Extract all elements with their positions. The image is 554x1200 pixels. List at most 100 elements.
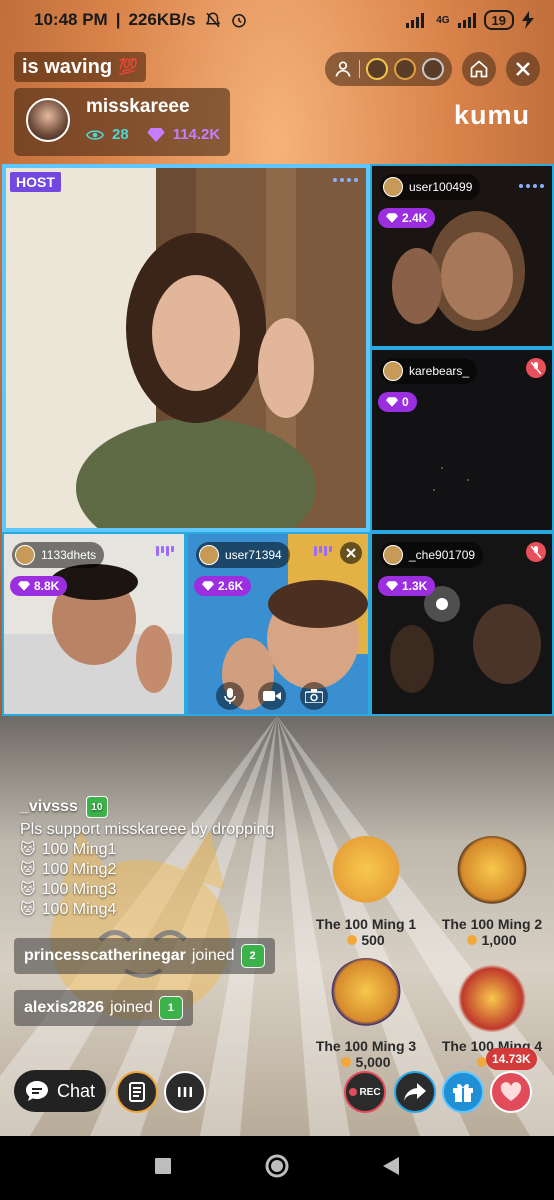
level-badge: 2 xyxy=(240,944,265,968)
bell-off-icon xyxy=(205,12,220,28)
alarm-icon xyxy=(231,14,246,28)
join-username[interactable]: alexis2826 xyxy=(24,999,104,1017)
guest-user-chip[interactable]: _che901709 xyxy=(380,542,484,568)
back-button[interactable] xyxy=(382,1156,400,1181)
guest-video-tile[interactable]: _che901709 1.3K xyxy=(370,532,554,716)
top-fan-avatar[interactable] xyxy=(366,58,388,80)
activity-banner: is waving 💯 xyxy=(14,52,146,82)
gift-name: The 100 Ming 1 xyxy=(315,916,417,932)
microphone-button[interactable] xyxy=(216,682,244,710)
more-options-icon[interactable] xyxy=(519,184,544,188)
close-stream-button[interactable] xyxy=(506,52,540,86)
join-username[interactable]: princesscatherinegar xyxy=(24,947,186,965)
guest-username: 1133dhets xyxy=(41,548,97,562)
guest-video-tile[interactable]: user100499 2.4K xyxy=(370,164,554,348)
chat-ming-line: 🐱 100 Ming1 xyxy=(20,841,117,858)
guest-avatar xyxy=(383,545,403,565)
audio-level-icon xyxy=(314,546,332,556)
guest-user-chip[interactable]: karebears_ xyxy=(380,358,478,384)
record-button[interactable]: REC xyxy=(344,1071,386,1113)
switch-camera-button[interactable] xyxy=(300,682,328,710)
battery-indicator: 19 xyxy=(483,10,514,30)
diamond-icon xyxy=(202,581,214,591)
chat-message-header: _vivsss 10 xyxy=(20,796,310,818)
gift-item[interactable]: The 100 Ming 1 500 xyxy=(304,836,428,948)
likes-count-badge: 14.73K xyxy=(486,1048,537,1070)
guest-video-tile[interactable]: karebears_ 0 xyxy=(370,348,554,532)
scroll-icon xyxy=(129,1082,145,1102)
mic-muted-icon[interactable] xyxy=(526,542,546,562)
mic-muted-icon[interactable] xyxy=(526,358,546,378)
chat-button[interactable]: Chat xyxy=(14,1070,106,1112)
microphone-icon xyxy=(224,688,236,704)
recents-button[interactable] xyxy=(154,1157,172,1180)
status-time: 10:48 PM xyxy=(34,10,108,29)
coin-icon xyxy=(467,935,478,945)
chat-message: _vivsss 10 Pls support misskareee by dro… xyxy=(20,796,310,920)
circle-home-icon xyxy=(265,1154,289,1177)
gift-price: 1,000 xyxy=(430,932,554,948)
viewer-list-button[interactable] xyxy=(325,52,452,86)
camera-icon xyxy=(305,689,323,703)
more-options-icon[interactable] xyxy=(333,178,358,182)
diamond-icon xyxy=(146,127,165,142)
gift-name: The 100 Ming 3 xyxy=(315,1038,417,1054)
top-fan-avatar[interactable] xyxy=(394,58,416,80)
coin-icon xyxy=(341,1057,352,1067)
scroll-list-button[interactable] xyxy=(116,1071,158,1113)
remove-guest-button[interactable] xyxy=(340,542,362,564)
guest-user-chip[interactable]: 1133dhets xyxy=(12,542,105,568)
video-camera-icon xyxy=(263,691,281,701)
level-badge: 1 xyxy=(158,996,183,1020)
host-avatar[interactable] xyxy=(26,98,70,142)
gift-item[interactable]: The 100 Ming 2 1,000 xyxy=(430,836,554,948)
top-fan-avatar[interactable] xyxy=(422,58,444,80)
guest-user-chip[interactable]: user71394 xyxy=(196,542,290,568)
guest-user-chip[interactable]: user100499 xyxy=(380,174,481,200)
gift-cat-icon xyxy=(455,958,529,1032)
diamond-icon xyxy=(386,581,398,591)
android-nav-bar xyxy=(0,1136,554,1200)
gift-price: 5,000 xyxy=(304,1054,428,1070)
gift-price: 500 xyxy=(304,932,428,948)
guest-video-tile[interactable]: user71394 2.6K xyxy=(186,532,370,716)
chat-username[interactable]: _vivsss xyxy=(20,798,78,816)
guest-avatar xyxy=(199,545,219,565)
home-button[interactable] xyxy=(462,52,496,86)
join-notification: princesscatherinegar joined 2 xyxy=(14,938,275,974)
gift-name: The 100 Ming 2 xyxy=(441,916,543,932)
diamond-count: 114.2K xyxy=(172,126,221,143)
join-notification: alexis2826 joined 1 xyxy=(14,990,193,1026)
guest-video-tile[interactable]: 1133dhets 8.8K xyxy=(2,532,186,716)
host-video-tile[interactable]: HOST xyxy=(2,164,370,532)
top-controls xyxy=(325,52,540,86)
guest-gem-count: 8.8K xyxy=(10,576,68,596)
guest-gem-count: 2.6K xyxy=(194,576,252,596)
gift-cat-icon xyxy=(455,836,529,910)
person-icon xyxy=(335,61,351,77)
cat-emoji-icon: 🐱 xyxy=(20,901,36,918)
home-nav-button[interactable] xyxy=(264,1153,290,1184)
cat-emoji-icon: 🐱 xyxy=(20,841,36,858)
share-button[interactable] xyxy=(394,1071,436,1113)
guest-gem-count: 0 xyxy=(378,392,417,412)
camera-toggle-button[interactable] xyxy=(258,682,286,710)
gift-item[interactable]: The 100 Ming 3 5,000 xyxy=(304,958,428,1070)
host-profile-card[interactable]: misskareee 28 114.2K xyxy=(14,88,230,156)
host-stats: 28 114.2K xyxy=(86,126,220,143)
more-menu-button[interactable] xyxy=(164,1071,206,1113)
heart-icon xyxy=(500,1082,522,1101)
like-heart-button[interactable] xyxy=(490,1071,532,1113)
guest-gem-count: 2.4K xyxy=(378,208,436,228)
cat-emoji-icon: 🐱 xyxy=(20,861,36,878)
chat-message-text: Pls support misskareee by dropping xyxy=(20,821,275,838)
guest-username: karebears_ xyxy=(409,364,470,378)
brand-logo: kumu xyxy=(453,100,530,130)
join-text: joined xyxy=(191,947,235,964)
gift-button[interactable] xyxy=(442,1071,484,1113)
audio-level-icon xyxy=(156,546,174,556)
join-text: joined xyxy=(110,999,153,1016)
activity-text: is waving xyxy=(22,55,113,78)
record-label: REC xyxy=(359,1086,381,1098)
guest-gem-count: 1.3K xyxy=(378,576,436,596)
